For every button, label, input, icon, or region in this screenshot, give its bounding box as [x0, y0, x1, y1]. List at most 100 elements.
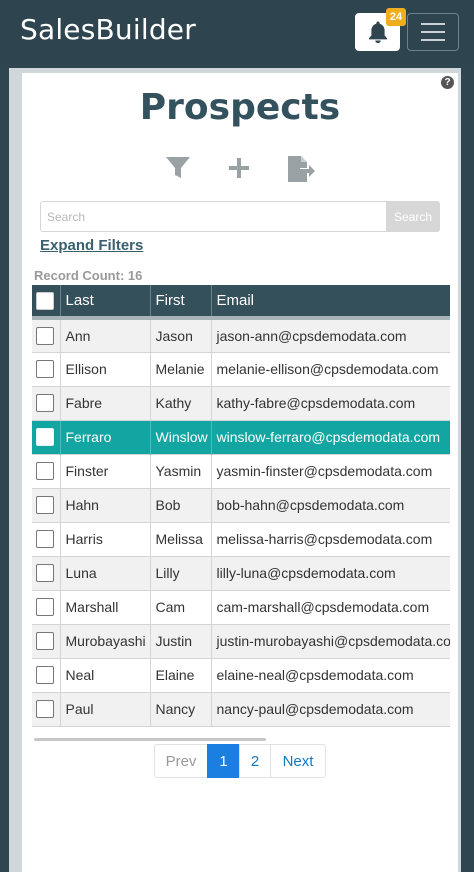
plus-icon[interactable]: [227, 155, 251, 181]
top-navbar: SalesBuilder 24: [0, 0, 474, 64]
cell-email: nancy-paul@cpsdemodata.com: [211, 692, 450, 726]
prospects-table-container[interactable]: Last First Email Ann Jason jason-ann@cps…: [32, 285, 450, 801]
cell-last: Murobayashi: [60, 624, 151, 658]
row-checkbox-cell: [32, 318, 61, 352]
select-all-checkbox[interactable]: [36, 291, 54, 310]
cell-email: kathy-fabre@cpsdemodata.com: [211, 386, 450, 420]
hamburger-menu-button[interactable]: [407, 13, 459, 51]
cell-last: Ann: [60, 318, 151, 352]
row-checkbox[interactable]: [36, 360, 54, 378]
cell-first: Jason: [150, 318, 212, 352]
row-checkbox-cell: [32, 590, 61, 624]
cell-first: Melissa: [150, 522, 212, 556]
row-checkbox-cell: [32, 658, 61, 692]
prev-page-button[interactable]: Prev: [154, 744, 208, 778]
row-checkbox[interactable]: [36, 530, 54, 548]
row-checkbox-cell: [32, 488, 61, 522]
cell-first: Bob: [150, 488, 212, 522]
cell-last: Fabre: [60, 386, 151, 420]
row-checkbox[interactable]: [36, 632, 54, 650]
cell-email: melissa-harris@cpsdemodata.com: [211, 522, 450, 556]
row-checkbox-cell: [32, 352, 61, 386]
row-checkbox[interactable]: [36, 394, 54, 412]
next-page-button[interactable]: Next: [270, 744, 326, 778]
cell-email: jason-ann@cpsdemodata.com: [211, 318, 450, 352]
cell-last: Marshall: [60, 590, 151, 624]
cell-email: justin-murobayashi@cpsdemodata.com: [211, 624, 450, 658]
notification-count-badge: 24: [386, 8, 406, 26]
cell-first: Cam: [150, 590, 212, 624]
row-checkbox[interactable]: [36, 428, 54, 446]
table-row[interactable]: Harris Melissa melissa-harris@cpsdemodat…: [32, 522, 450, 556]
cell-first: Elaine: [150, 658, 212, 692]
cell-first: Melanie: [150, 352, 212, 386]
table-row[interactable]: Fabre Kathy kathy-fabre@cpsdemodata.com: [32, 386, 450, 420]
column-header-first[interactable]: First: [150, 285, 212, 320]
cell-email: cam-marshall@cpsdemodata.com: [211, 590, 450, 624]
cell-first: Yasmin: [150, 454, 212, 488]
page-1-button[interactable]: 1: [207, 744, 240, 778]
row-checkbox-cell: [32, 556, 61, 590]
cell-last: Harris: [60, 522, 151, 556]
table-row[interactable]: Neal Elaine elaine-neal@cpsdemodata.com: [32, 658, 450, 692]
cell-first: Lilly: [150, 556, 212, 590]
cell-last: Finster: [60, 454, 151, 488]
hamburger-line: [421, 39, 445, 41]
hamburger-line: [421, 23, 445, 25]
prospects-card: ? Prospects Search Expand Filters Record…: [22, 73, 458, 872]
row-checkbox-cell: [32, 386, 61, 420]
cell-email: yasmin-finster@cpsdemodata.com: [211, 454, 450, 488]
row-checkbox[interactable]: [36, 326, 54, 345]
row-checkbox-cell: [32, 692, 61, 726]
table-row[interactable]: Paul Nancy nancy-paul@cpsdemodata.com: [32, 692, 450, 726]
cell-last: Luna: [60, 556, 151, 590]
search-input[interactable]: [40, 201, 388, 232]
row-checkbox-cell: [32, 522, 61, 556]
cell-last: Ferraro: [60, 420, 151, 454]
table-row-selected[interactable]: Ferraro Winslow winslow-ferraro@cpsdemod…: [32, 420, 450, 454]
cell-email: lilly-luna@cpsdemodata.com: [211, 556, 450, 590]
table-row[interactable]: Marshall Cam cam-marshall@cpsdemodata.co…: [32, 590, 450, 624]
row-checkbox[interactable]: [36, 462, 54, 480]
column-header-last[interactable]: Last: [60, 285, 151, 320]
row-checkbox[interactable]: [36, 700, 54, 718]
cell-first: Justin: [150, 624, 212, 658]
table-row[interactable]: Luna Lilly lilly-luna@cpsdemodata.com: [32, 556, 450, 590]
search-button[interactable]: Search: [386, 201, 440, 232]
row-checkbox[interactable]: [36, 598, 54, 616]
row-checkbox[interactable]: [36, 496, 54, 514]
cell-email: elaine-neal@cpsdemodata.com: [211, 658, 450, 692]
prospects-table: Last First Email Ann Jason jason-ann@cps…: [32, 285, 450, 727]
cell-first: Winslow: [150, 420, 212, 454]
cell-email: winslow-ferraro@cpsdemodata.com: [211, 420, 450, 454]
pagination: Prev 1 2 Next: [154, 744, 326, 778]
page-2-button[interactable]: 2: [239, 744, 271, 778]
filter-icon[interactable]: [165, 155, 191, 181]
table-row[interactable]: Finster Yasmin yasmin-finster@cpsdemodat…: [32, 454, 450, 488]
cell-last: Ellison: [60, 352, 151, 386]
cell-email: bob-hahn@cpsdemodata.com: [211, 488, 450, 522]
horizontal-scrollbar[interactable]: [34, 738, 266, 741]
page-title: Prospects: [139, 87, 341, 128]
row-checkbox[interactable]: [36, 564, 54, 582]
brand-name[interactable]: SalesBuilder: [20, 13, 196, 46]
row-checkbox-cell: [32, 420, 61, 454]
table-row[interactable]: Ann Jason jason-ann@cpsdemodata.com: [32, 318, 450, 352]
table-row[interactable]: Hahn Bob bob-hahn@cpsdemodata.com: [32, 488, 450, 522]
cell-first: Nancy: [150, 692, 212, 726]
cell-last: Paul: [60, 692, 151, 726]
column-header-email[interactable]: Email: [211, 285, 450, 320]
table-row[interactable]: Murobayashi Justin justin-murobayashi@cp…: [32, 624, 450, 658]
row-checkbox[interactable]: [36, 666, 54, 684]
cell-first: Kathy: [150, 386, 212, 420]
cell-email: melanie-ellison@cpsdemodata.com: [211, 352, 450, 386]
cell-last: Hahn: [60, 488, 151, 522]
select-all-cell: [32, 285, 61, 320]
record-count: Record Count: 16: [34, 268, 143, 283]
row-checkbox-cell: [32, 624, 61, 658]
expand-filters-link[interactable]: Expand Filters: [40, 237, 143, 254]
table-header-row: Last First Email: [32, 285, 450, 320]
table-row[interactable]: Ellison Melanie melanie-ellison@cpsdemod…: [32, 352, 450, 386]
hamburger-line: [421, 31, 445, 33]
export-icon[interactable]: [286, 155, 316, 183]
